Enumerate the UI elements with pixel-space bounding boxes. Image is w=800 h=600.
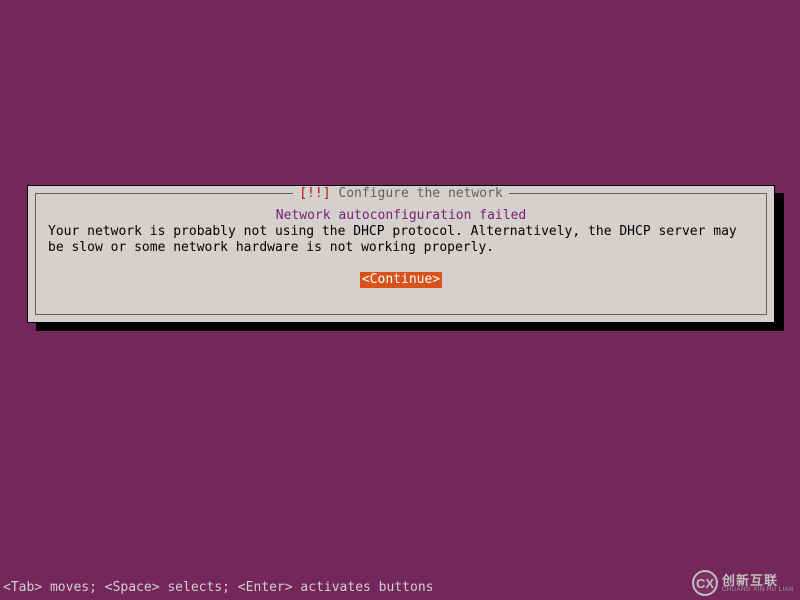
watermark-logo-icon: CX [692, 570, 718, 596]
dialog-subtitle: Network autoconfiguration failed [48, 208, 754, 224]
dialog-content: Network autoconfiguration failed Your ne… [48, 208, 754, 288]
watermark-text: 创新互联 CHUANG XIN HU LIAN [722, 574, 794, 593]
dialog-title-alert: [!!] [299, 186, 330, 201]
dialog-title-wrap: [!!] Configure the network [36, 186, 766, 201]
watermark-sub: CHUANG XIN HU LIAN [722, 587, 794, 593]
dialog-title: [!!] Configure the network [293, 186, 509, 201]
watermark-main: 创新互联 [722, 574, 794, 587]
watermark: CX 创新互联 CHUANG XIN HU LIAN [692, 570, 794, 596]
dialog-box: [!!] Configure the network Network autoc… [27, 185, 775, 323]
help-bar: <Tab> moves; <Space> selects; <Enter> ac… [3, 580, 433, 595]
button-row: <Continue> [48, 272, 754, 288]
dialog-message: Your network is probably not using the D… [48, 224, 754, 256]
dialog-title-text: Configure the network [338, 186, 502, 201]
dialog-inner-border: [!!] Configure the network Network autoc… [35, 193, 767, 315]
continue-button[interactable]: <Continue> [360, 272, 442, 288]
